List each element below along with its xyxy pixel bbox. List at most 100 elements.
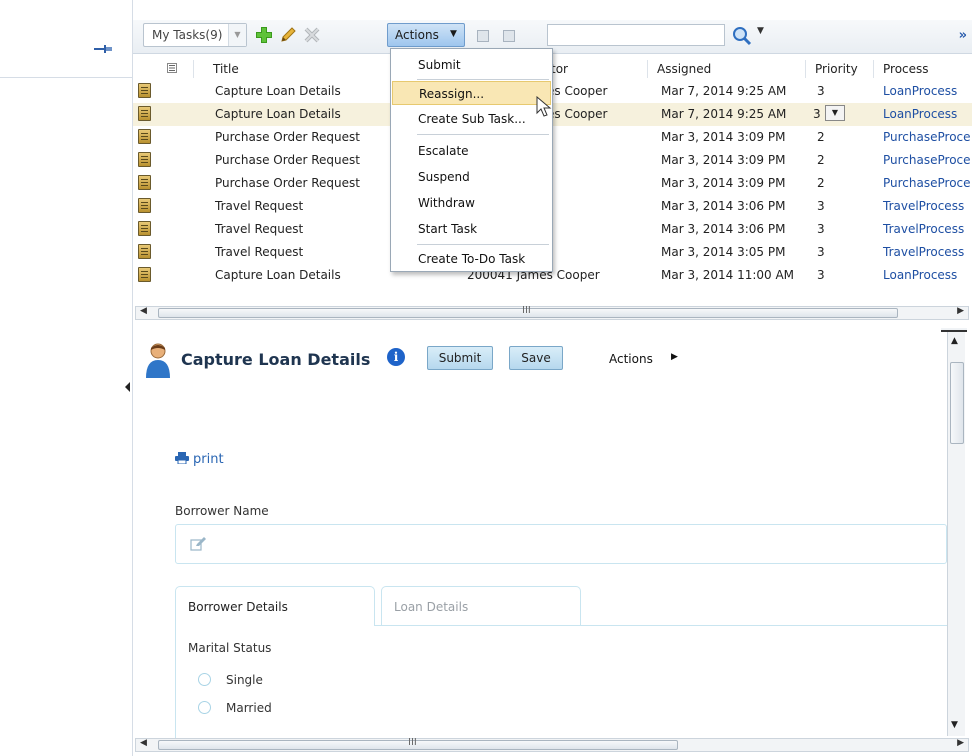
delete-icon[interactable]	[303, 26, 321, 44]
scrollbar-grip: III	[408, 737, 417, 748]
task-assigned: Mar 3, 2014 11:00 AM	[661, 268, 795, 282]
menu-item-start-task[interactable]: Start Task	[392, 217, 551, 241]
task-icon	[138, 152, 151, 167]
radio-married[interactable]	[198, 701, 211, 714]
radio-married-label: Married	[226, 701, 272, 715]
task-priority: 3	[817, 245, 825, 259]
task-title: Purchase Order Request	[215, 176, 360, 190]
scroll-left-icon[interactable]: ◀	[140, 306, 147, 316]
scrollbar-thumb[interactable]	[950, 362, 964, 444]
task-process-link[interactable]: LoanProcess	[883, 268, 957, 282]
search-icon[interactable]	[731, 26, 753, 46]
radio-single[interactable]	[198, 673, 211, 686]
task-assigned: Mar 7, 2014 9:25 AM	[661, 84, 787, 98]
task-process-link[interactable]: PurchaseProce	[883, 153, 971, 167]
task-process-link[interactable]: PurchaseProce	[883, 130, 971, 144]
tab-borrower-details[interactable]: Borrower Details	[175, 586, 375, 626]
menu-separator	[417, 134, 549, 135]
submit-button[interactable]: Submit	[427, 346, 493, 370]
task-filter-label: My Tasks(9)	[152, 28, 223, 42]
info-icon[interactable]: i	[387, 348, 405, 366]
menu-item-create-todo-task[interactable]: Create To-Do Task	[392, 247, 551, 271]
task-priority: 3	[817, 84, 825, 98]
task-priority: 3	[813, 107, 821, 121]
menu-item-reassign[interactable]: Reassign...	[392, 81, 551, 105]
edit-pencil-icon[interactable]	[279, 26, 297, 44]
left-panel-header	[0, 8, 132, 78]
search-options-icon[interactable]: ▼	[757, 26, 764, 36]
menu-item-escalate[interactable]: Escalate	[392, 139, 551, 163]
collapse-left-icon[interactable]	[124, 378, 132, 396]
task-assigned: Mar 3, 2014 3:09 PM	[661, 176, 786, 190]
column-header-priority[interactable]: Priority	[815, 62, 858, 76]
search-input[interactable]	[547, 24, 725, 46]
column-header-assigned[interactable]: Assigned	[657, 62, 711, 76]
task-filter-select[interactable]: My Tasks(9) ▼	[143, 23, 247, 47]
scroll-up-icon[interactable]: ▲	[951, 336, 958, 346]
column-header-process[interactable]: Process	[883, 62, 929, 76]
print-icon[interactable]	[175, 452, 189, 464]
task-assigned: Mar 3, 2014 3:05 PM	[661, 245, 786, 259]
scroll-right-icon[interactable]: ▶	[957, 306, 964, 316]
reject-icon[interactable]	[503, 30, 515, 42]
task-assigned: Mar 3, 2014 3:06 PM	[661, 222, 786, 236]
splitter-handle[interactable]	[941, 328, 967, 332]
add-icon[interactable]	[255, 26, 273, 44]
task-process-link[interactable]: TravelProcess	[883, 245, 964, 259]
print-link[interactable]: print	[193, 452, 224, 467]
menu-item-suspend[interactable]: Suspend	[392, 165, 551, 189]
task-assigned: Mar 7, 2014 9:25 AM	[661, 107, 787, 121]
column-divider	[805, 60, 806, 78]
caret-down-icon: ▼	[450, 29, 457, 39]
task-detail-title: Capture Loan Details	[181, 350, 371, 369]
column-header-creator[interactable]: tor	[551, 62, 568, 76]
tab-loan-details[interactable]: Loan Details	[381, 586, 581, 626]
priority-dropdown-icon[interactable]: ▼	[825, 105, 845, 121]
task-priority: 3	[817, 199, 825, 213]
menu-item-submit[interactable]: Submit	[392, 53, 551, 77]
actions-menu-button[interactable]: Actions ▼	[387, 23, 465, 47]
caret-right-icon[interactable]: ▶	[671, 352, 678, 362]
task-process-link[interactable]: TravelProcess	[883, 199, 964, 213]
task-creator: es Cooper	[547, 84, 608, 98]
scrollbar-grip: III	[522, 305, 531, 316]
borrower-details-body: Marital Status Single Married	[175, 625, 947, 740]
task-process-link[interactable]: PurchaseProce	[883, 176, 971, 190]
detail-horizontal-scrollbar[interactable]: ◀ III ▶	[135, 737, 969, 752]
task-title: Capture Loan Details	[215, 107, 341, 121]
pin-icon[interactable]	[94, 44, 112, 54]
save-button[interactable]: Save	[509, 346, 563, 370]
column-menu-icon[interactable]	[167, 63, 177, 73]
borrower-tabs: Borrower Details Loan Details Marital St…	[175, 586, 947, 740]
detail-vertical-scrollbar[interactable]: ▲ ▼	[947, 332, 965, 736]
column-divider	[647, 60, 648, 78]
menu-item-withdraw[interactable]: Withdraw	[392, 191, 551, 215]
task-process-link[interactable]: LoanProcess	[883, 84, 957, 98]
task-priority: 2	[817, 130, 825, 144]
menu-separator	[417, 79, 549, 80]
mouse-pointer-icon	[536, 96, 552, 117]
chevron-down-icon[interactable]: ▼	[228, 24, 246, 46]
detail-actions-menu[interactable]: Actions	[609, 352, 653, 366]
table-horizontal-scrollbar[interactable]: ◀ III ▶	[135, 305, 969, 320]
task-process-link[interactable]: LoanProcess	[883, 107, 957, 121]
menu-separator	[417, 244, 549, 245]
scroll-down-icon[interactable]: ▼	[951, 720, 958, 730]
task-process-link[interactable]: TravelProcess	[883, 222, 964, 236]
radio-single-label: Single	[226, 673, 263, 687]
scroll-left-icon[interactable]: ◀	[140, 738, 147, 748]
scroll-right-icon[interactable]: ▶	[957, 738, 964, 748]
task-assigned: Mar 3, 2014 3:09 PM	[661, 153, 786, 167]
column-header-title[interactable]: Title	[213, 62, 239, 76]
task-title: Capture Loan Details	[215, 268, 341, 282]
scrollbar-thumb[interactable]	[158, 740, 678, 750]
borrower-name-label: Borrower Name	[175, 504, 269, 518]
overflow-icon[interactable]: »	[959, 28, 967, 43]
task-icon	[138, 244, 151, 259]
approve-icon[interactable]	[477, 30, 489, 42]
menu-item-create-sub-task[interactable]: Create Sub Task...	[392, 107, 551, 131]
task-title: Travel Request	[215, 199, 304, 213]
task-priority: 2	[817, 153, 825, 167]
borrower-name-field[interactable]	[175, 524, 947, 564]
task-icon	[138, 221, 151, 236]
